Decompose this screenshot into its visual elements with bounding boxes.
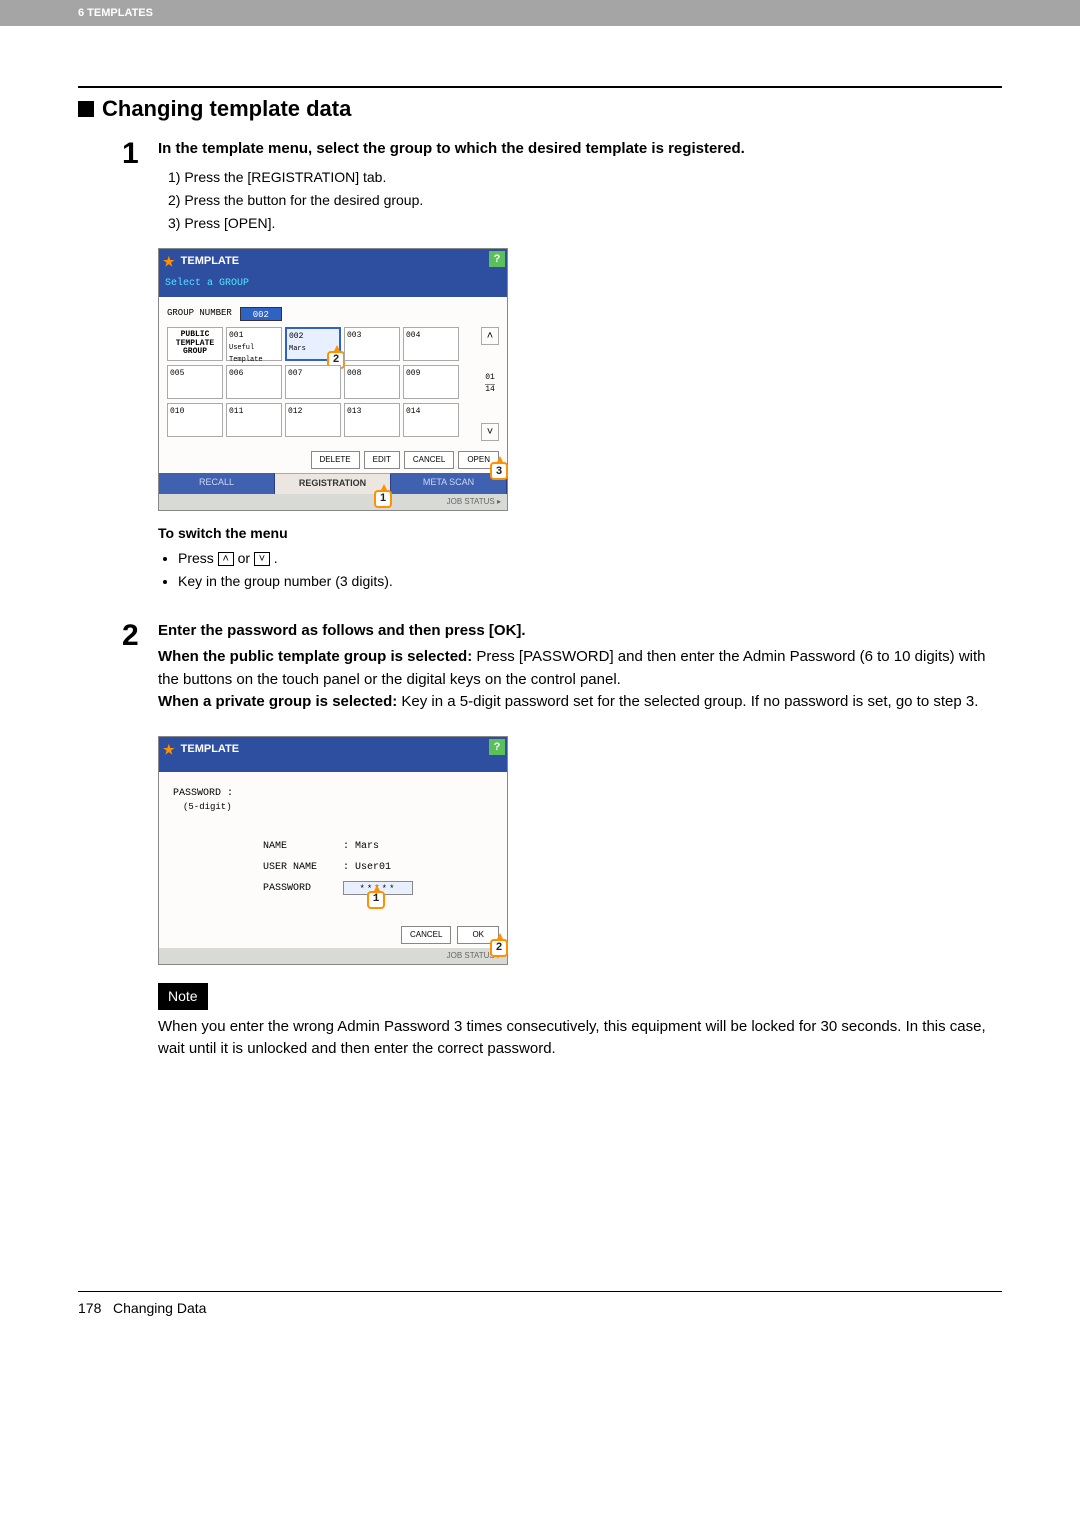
cancel-button[interactable]: CANCEL [404,451,454,469]
chapter-header: 6 TEMPLATES [0,0,1080,26]
note-text: When you enter the wrong Admin Password … [158,1016,1002,1061]
down-key-icon: ˅ [254,552,270,566]
group-number-input[interactable]: 002 [240,307,282,321]
star-icon: ★ [163,252,175,272]
screenshot-password: ★ TEMPLATE ? PASSWORD : (5-digit) NAME :… [158,736,508,965]
tab-recall[interactable]: RECALL [159,473,275,494]
window-titlebar: ★ TEMPLATE ? [159,249,507,275]
info-row-name: NAME : Mars [263,839,493,854]
tab-bar: RECALL REGISTRATION 1 META SCAN [159,473,507,494]
page: 6 TEMPLATES Changing template data 1 In … [0,0,1080,1356]
step-2: 2 Enter the password as follows and then… [122,620,1002,1061]
group-cell[interactable]: 005 [167,365,223,399]
divider-top [78,86,1002,88]
step-body: In the template menu, select the group t… [158,138,1002,594]
page-number: 178 [78,1300,101,1316]
group-cell[interactable]: 013 [344,403,400,437]
group-cell[interactable]: 011 [226,403,282,437]
section-title-text: Changing template data [102,96,351,122]
group-grid-body: GROUP NUMBER 002 PUBLIC TEMPLATE GROUP 0… [159,297,507,447]
scroll-down-button[interactable]: ˅ [481,423,499,441]
callout-1: 1 [374,490,392,508]
chevron-up-icon: ˄ [487,328,493,345]
info-row-password: PASSWORD ***** 1 [263,881,493,896]
step-number: 2 [122,620,158,1061]
group-cell[interactable]: 004 [403,327,459,361]
step1-title: In the template menu, select the group t… [158,138,1002,161]
substep: 3) Press [OPEN]. [168,213,1002,234]
step1-substeps: 1) Press the [REGISTRATION] tab. 2) Pres… [168,167,1002,234]
list-item: Key in the group number (3 digits). [178,571,1002,592]
grid-row: PUBLIC TEMPLATE GROUP 001Useful Template… [167,327,477,361]
callout-3: 3 [490,462,508,480]
scroll-column: ˄ 01 14 ˅ [481,327,499,441]
ok-button[interactable]: OK 2 [457,926,499,944]
group-cell[interactable]: 006 [226,365,282,399]
substep: 2) Press the button for the desired grou… [168,190,1002,211]
window-title: TEMPLATE [181,741,239,758]
window-subtitle: Select a GROUP [159,274,507,297]
up-key-icon: ˄ [218,552,234,566]
window-title: TEMPLATE [181,253,239,270]
list-item: Press ˄ or ˅ . [178,548,1002,569]
section-title: Changing template data [78,96,1002,122]
tab-registration[interactable]: REGISTRATION 1 [275,473,391,494]
edit-button[interactable]: EDIT [364,451,400,469]
help-icon[interactable]: ? [489,739,505,755]
grid-row: 010 011 012 013 014 [167,403,477,437]
scroll-up-button[interactable]: ˄ [481,327,499,345]
group-cell[interactable]: 012 [285,403,341,437]
window-titlebar: ★ TEMPLATE ? [159,737,507,763]
substep: 1) Press the [REGISTRATION] tab. [168,167,1002,188]
star-icon: ★ [163,740,175,760]
group-cell[interactable]: 009 [403,365,459,399]
page-indicator: 01 14 [485,374,495,395]
footer-title: Changing Data [113,1300,206,1316]
group-cell[interactable]: 014 [403,403,459,437]
help-icon[interactable]: ? [489,251,505,267]
square-bullet-icon [78,101,94,117]
switch-menu-title: To switch the menu [158,523,1002,544]
content-area: Changing template data 1 In the template… [0,86,1080,1356]
password-body: PASSWORD : (5-digit) NAME : Mars USER NA… [159,772,507,922]
job-status-bar[interactable]: JOB STATUS ▸ [159,494,507,510]
delete-button[interactable]: DELETE [311,451,360,469]
chapter-label: 6 TEMPLATES [78,7,153,19]
action-button-row: DELETE EDIT CANCEL OPEN 3 [159,447,507,473]
callout-1: 1 [367,891,385,909]
public-template-cell[interactable]: PUBLIC TEMPLATE GROUP [167,327,223,361]
note-label: Note [158,983,208,1010]
switch-menu-list: Press ˄ or ˅ . Key in the group number (… [170,548,1002,592]
step2-public: When the public template group is select… [158,646,1002,691]
chevron-down-icon: ˅ [487,424,493,441]
screenshot-template-group: ★ TEMPLATE ? Select a GROUP GROUP NUMBER… [158,248,508,511]
page-footer: 178 Changing Data [78,1300,1002,1356]
group-cell[interactable]: 007 [285,365,341,399]
group-number-label: GROUP NUMBER [167,307,232,321]
step2-private: When a private group is selected: Key in… [158,691,1002,714]
step2-title: Enter the password as follows and then p… [158,620,1002,643]
group-cell[interactable]: 010 [167,403,223,437]
step-body: Enter the password as follows and then p… [158,620,1002,1061]
group-cell[interactable]: 008 [344,365,400,399]
info-row-user: USER NAME : User01 [263,860,493,875]
group-cell-selected[interactable]: 002Mars 2 [285,327,341,361]
group-number-row: GROUP NUMBER 002 [167,307,499,321]
job-status-bar[interactable]: JOB STATUS ▸ [159,948,507,964]
window-sub-spacer [159,762,507,772]
callout-2: 2 [490,939,508,957]
step-number: 1 [122,138,158,594]
group-cell[interactable]: 003 [344,327,400,361]
password-heading: PASSWORD : (5-digit) [173,786,493,815]
open-button[interactable]: OPEN 3 [458,451,499,469]
action-button-row: CANCEL OK 2 [159,922,507,948]
group-cell[interactable]: 001Useful Template [226,327,282,361]
step-1: 1 In the template menu, select the group… [122,138,1002,594]
grid-row: 005 006 007 008 009 [167,365,477,399]
cancel-button[interactable]: CANCEL [401,926,451,944]
divider-bottom [78,1291,1002,1292]
